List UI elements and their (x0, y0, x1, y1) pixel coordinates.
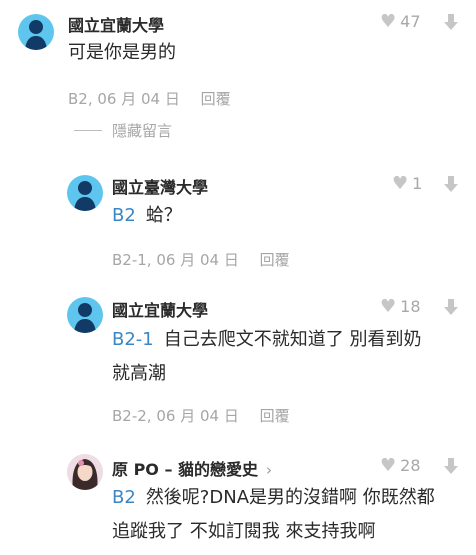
author-name: 原 PO – 貓的戀愛史 (112, 460, 259, 479)
dislike-arrow-icon[interactable] (443, 457, 459, 475)
comment-text: B2 蛤？ (112, 199, 182, 233)
dislike-arrow-icon[interactable] (443, 298, 459, 316)
reply-floor-tag[interactable]: B2 (112, 487, 136, 508)
school-avatar-icon[interactable] (67, 297, 103, 333)
comment-date: 06 月 04 日 (156, 407, 239, 425)
comment-date: 06 月 04 日 (97, 90, 180, 108)
floor-number: B2-1 (112, 251, 147, 269)
comment-line-1: B2 然後呢?DNA是男的沒錯啊 你既然都 (112, 481, 472, 515)
like-count: 28 (400, 456, 421, 475)
comment-date: 06 月 04 日 (156, 251, 239, 269)
floor-number: B2 (68, 90, 88, 108)
dislike-arrow-icon[interactable] (443, 13, 459, 31)
comment-meta: B2-2, 06 月 04 日 回覆 (112, 407, 290, 425)
school-avatar-icon[interactable] (67, 175, 103, 211)
comment-text: 可是你是男的 (68, 42, 176, 63)
divider-line (74, 130, 102, 131)
hide-replies-toggle[interactable]: 隱藏留言 (74, 120, 172, 141)
comment-meta: B2-1, 06 月 04 日 回覆 (112, 251, 290, 269)
like-button[interactable]: ♥ 18 (380, 297, 421, 316)
comment-text-content: 然後呢?DNA是男的沒錯啊 你既然都 (145, 487, 435, 508)
hide-replies-label: 隱藏留言 (112, 122, 173, 140)
like-button[interactable]: ♥ 1 (392, 174, 422, 193)
comment-text-content: 蛤？ (145, 205, 182, 226)
heart-icon: ♥ (380, 10, 397, 32)
reply-floor-tag[interactable]: B2 (112, 205, 136, 226)
heart-icon: ♥ (380, 454, 397, 476)
floor-number: B2-2 (112, 407, 147, 425)
heart-icon: ♥ (392, 172, 409, 194)
like-button[interactable]: ♥ 47 (380, 12, 421, 31)
comment-meta: B2, 06 月 04 日 回覆 (68, 90, 231, 108)
reply-button[interactable]: 回覆 (260, 407, 290, 425)
comment-text-content: 自己去爬文不就知道了 別看到奶 (163, 329, 422, 350)
comment-text: B2-1 自己去爬文不就知道了 別看到奶 就高潮 (112, 323, 462, 391)
comment-author[interactable]: 國立宜蘭大學 (68, 12, 164, 36)
like-count: 1 (412, 174, 423, 193)
like-count: 18 (400, 297, 421, 316)
comment-text: B2 然後呢?DNA是男的沒錯啊 你既然都 追蹤我了 不如訂閱我 來支持我啊 (112, 481, 472, 549)
comment-author[interactable]: 國立宜蘭大學 (112, 297, 208, 321)
reply-floor-tag[interactable]: B2-1 (112, 329, 154, 350)
heart-icon: ♥ (380, 295, 397, 317)
comment-line-1: B2-1 自己去爬文不就知道了 別看到奶 (112, 323, 462, 357)
like-button[interactable]: ♥ 28 (380, 456, 421, 475)
reply-button[interactable]: 回覆 (260, 251, 290, 269)
comment-author[interactable]: 原 PO – 貓的戀愛史 › (112, 456, 272, 480)
school-avatar-icon[interactable] (18, 14, 54, 50)
comment-line-2: 就高潮 (112, 363, 166, 384)
chevron-right-icon: › (266, 461, 273, 479)
dislike-arrow-icon[interactable] (443, 175, 459, 193)
comment-author[interactable]: 國立臺灣大學 (112, 174, 208, 198)
like-count: 47 (400, 12, 421, 31)
comment-line-2: 追蹤我了 不如訂閱我 來支持我啊 (112, 521, 376, 542)
user-avatar-icon[interactable] (67, 454, 103, 490)
reply-button[interactable]: 回覆 (201, 90, 231, 108)
